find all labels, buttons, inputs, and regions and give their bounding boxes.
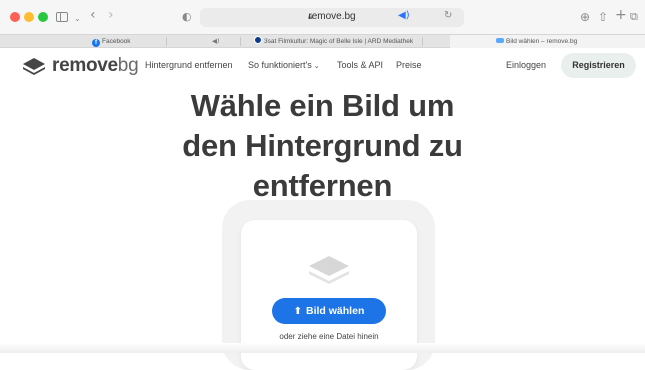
tab-label: Bild wählen – remove.bg — [506, 38, 578, 45]
nav-so-funktionierts[interactable]: So funktioniert's ⌄ — [248, 60, 320, 70]
chevron-down-icon: ⌄ — [313, 63, 320, 70]
nav-hintergrund-entfernen[interactable]: Hintergrund entfernen — [145, 60, 233, 70]
choose-image-button[interactable]: ⬆︎ Bild wählen — [272, 298, 386, 324]
removebg-icon — [496, 38, 504, 43]
removebg-logo-icon[interactable] — [22, 56, 46, 76]
minimize-window-button[interactable] — [24, 12, 34, 22]
site-navbar: removebg Hintergrund entfernen So funkti… — [0, 48, 645, 85]
forward-icon[interactable]: › — [108, 7, 114, 23]
address-bar[interactable]: 🔒︎ remove.bg ◀︎) ↻ — [200, 8, 464, 27]
facebook-icon: f — [92, 39, 100, 47]
ard-icon — [254, 36, 262, 44]
close-window-button[interactable] — [10, 12, 20, 22]
back-icon[interactable]: ‹ — [90, 7, 96, 23]
layers-icon — [309, 256, 349, 284]
hero-line-1: Wähle ein Bild um — [190, 88, 455, 123]
tab-ard-mediathek[interactable]: 3sat Filmkultur: Magic of Belle Isle | A… — [254, 35, 413, 48]
logo-wordmark[interactable]: removebg — [52, 55, 139, 77]
privacy-shield-icon[interactable]: ◐ — [182, 9, 192, 25]
nav-preise[interactable]: Preise — [396, 60, 422, 70]
hero-line-2: den Hintergrund zu — [182, 128, 463, 163]
register-button[interactable]: Registrieren — [561, 53, 636, 78]
section-divider — [0, 343, 645, 353]
reload-icon[interactable]: ↻ — [444, 10, 452, 21]
sidebar-toggle-icon[interactable] — [56, 12, 68, 22]
speaker-icon: ◀︎) — [212, 37, 220, 45]
nav-tools-api[interactable]: Tools & API — [337, 60, 383, 70]
tab-audio[interactable]: ◀︎) — [212, 35, 220, 48]
tab-label: 3sat Filmkultur: Magic of Belle Isle | A… — [264, 38, 414, 45]
tab-label: Facebook — [102, 38, 131, 45]
hero-heading: Wähle ein Bild um den Hintergrund zu ent… — [0, 86, 645, 206]
url-text: remove.bg — [308, 11, 356, 22]
upload-icon: ⬆︎ — [293, 306, 303, 317]
tab-overview-icon[interactable]: ⧉ — [630, 9, 638, 25]
audio-playing-icon[interactable]: ◀︎) — [398, 10, 410, 21]
tab-removebg[interactable]: Bild wählen – remove.bg — [450, 35, 645, 48]
tab-facebook[interactable]: f Facebook — [92, 35, 131, 48]
browser-titlebar: ⌄ ‹ › ◐ 🔒︎ remove.bg ◀︎) ↻ ⊕ ⇧ + ⧉ — [0, 0, 645, 34]
drop-hint: oder ziehe eine Datei hinein — [279, 332, 379, 341]
fullscreen-window-button[interactable] — [38, 12, 48, 22]
download-icon[interactable]: ⊕ — [580, 9, 590, 25]
choose-image-label: Bild wählen — [306, 305, 365, 317]
tab-bar: f Facebook ◀︎) 3sat Filmkultur: Magic of … — [0, 34, 645, 48]
login-link[interactable]: Einloggen — [506, 60, 546, 70]
share-icon[interactable]: ⇧ — [598, 9, 608, 25]
new-tab-icon[interactable]: + — [615, 7, 627, 23]
chevron-down-icon[interactable]: ⌄ — [74, 11, 81, 27]
